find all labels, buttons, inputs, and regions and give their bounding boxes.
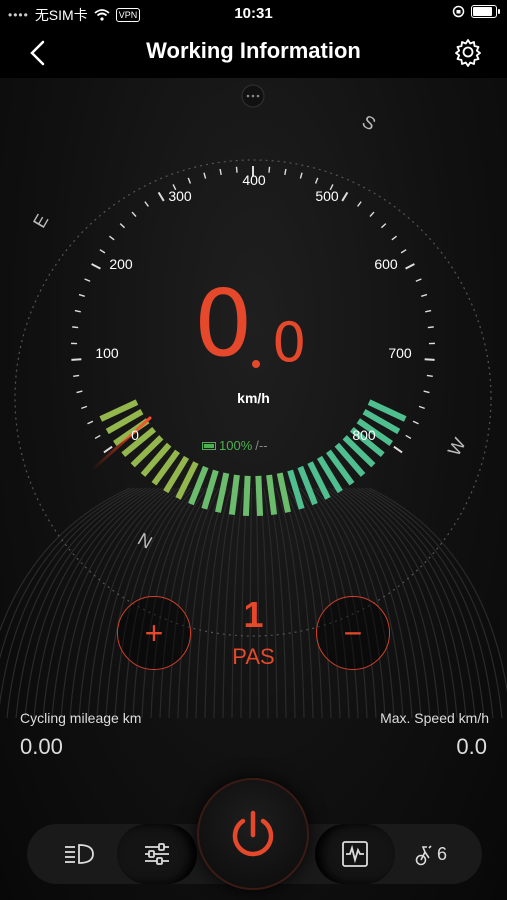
gauge-tick bbox=[73, 374, 80, 378]
battery-level-bar bbox=[228, 474, 240, 516]
gauge-tick bbox=[71, 358, 82, 361]
gauge-tick bbox=[84, 278, 91, 282]
orientation-lock-icon bbox=[452, 5, 465, 18]
battery-level-bar bbox=[266, 474, 278, 516]
gauge-tick bbox=[268, 166, 271, 173]
compass-w: W bbox=[444, 435, 470, 460]
tick-label-700: 700 bbox=[388, 345, 412, 361]
gauge-tick bbox=[74, 309, 81, 313]
battery-level-bar bbox=[242, 475, 251, 516]
tick-label-300: 300 bbox=[168, 188, 192, 204]
battery-level-bar bbox=[276, 472, 291, 513]
gauge-tick bbox=[357, 201, 362, 207]
gauge-tick bbox=[412, 420, 419, 425]
gauge-tick bbox=[427, 326, 434, 329]
sliders-icon bbox=[145, 843, 169, 865]
power-button[interactable] bbox=[197, 778, 309, 890]
tick-label-100: 100 bbox=[95, 345, 119, 361]
page-title: Working Information bbox=[146, 38, 361, 63]
gauge-tick bbox=[94, 434, 101, 440]
gauge-tick bbox=[72, 326, 79, 329]
gauge-tick bbox=[203, 172, 207, 179]
gauge-tick bbox=[235, 166, 238, 173]
gauge-tick bbox=[99, 249, 106, 254]
compass-e: E bbox=[29, 211, 52, 231]
gauge-tick bbox=[187, 177, 192, 184]
gauge-tick bbox=[391, 235, 398, 241]
gauge-tick bbox=[219, 168, 222, 176]
power-icon bbox=[232, 810, 274, 857]
speed-decimal-point bbox=[252, 360, 260, 368]
tick-label-500: 500 bbox=[315, 188, 339, 204]
gauge-tick bbox=[299, 172, 303, 179]
speed-value-integer: 0 bbox=[194, 270, 253, 377]
gauge-tick bbox=[421, 293, 428, 297]
battery-status: 100%/-- bbox=[202, 438, 268, 453]
mileage-value: 0.00 bbox=[20, 734, 63, 759]
adjust-settings-button[interactable] bbox=[117, 824, 197, 884]
gauge-tick bbox=[131, 211, 137, 217]
gear-icon[interactable] bbox=[453, 37, 483, 67]
status-time: 10:31 bbox=[234, 5, 273, 22]
gauge-tick bbox=[380, 223, 387, 229]
pas-label: PAS bbox=[232, 644, 275, 669]
gauge-tick bbox=[426, 374, 433, 378]
gauge-tick bbox=[108, 235, 115, 241]
gauge-tick bbox=[81, 405, 88, 410]
tick-label-800: 800 bbox=[352, 427, 376, 443]
data-chart-button[interactable] bbox=[315, 824, 395, 884]
gauge-tick bbox=[284, 168, 287, 176]
headlight-icon bbox=[65, 844, 94, 864]
tick-label-200: 200 bbox=[109, 256, 133, 272]
riding-mode-button[interactable]: 6 bbox=[401, 824, 461, 884]
headlight-button[interactable] bbox=[49, 824, 109, 884]
gauge-tick bbox=[144, 201, 149, 207]
gauge-tick bbox=[425, 309, 432, 313]
gauge-tick bbox=[400, 249, 407, 254]
battery-extra: /-- bbox=[255, 438, 268, 453]
nav-bar: Working Information bbox=[0, 28, 507, 78]
battery-level-bar bbox=[255, 475, 264, 516]
bicycle-icon bbox=[415, 845, 432, 866]
tick-label-0: 0 bbox=[131, 427, 139, 443]
gauge-tick bbox=[418, 405, 425, 410]
speed-gauge: S E W N 0 100 200 300 400 500 600 700 80… bbox=[0, 84, 507, 719]
battery-small-icon bbox=[202, 441, 216, 450]
gauge-tick bbox=[415, 278, 422, 282]
speed-unit: km/h bbox=[237, 390, 270, 406]
riding-mode-count: 6 bbox=[436, 843, 447, 864]
waveform-chart-icon bbox=[342, 841, 368, 867]
gauge-tick bbox=[91, 263, 101, 270]
status-right bbox=[452, 5, 500, 18]
gauge-tick bbox=[405, 263, 415, 270]
gauge-tick bbox=[341, 191, 349, 202]
dashboard: S E W N 0 100 200 300 400 500 600 700 80… bbox=[0, 78, 507, 900]
gauge-tick bbox=[405, 434, 412, 440]
gauge-tick bbox=[157, 191, 165, 202]
pas-level: 1 bbox=[243, 594, 264, 635]
gauge-tick bbox=[369, 211, 375, 217]
tick-label-600: 600 bbox=[374, 256, 398, 272]
tick-label-400: 400 bbox=[242, 172, 266, 188]
max-speed-label: Max. Speed km/h bbox=[380, 710, 489, 726]
gauge-tick bbox=[393, 445, 403, 454]
battery-fill bbox=[473, 7, 492, 16]
compass-s: S bbox=[359, 111, 379, 134]
battery-icon bbox=[471, 5, 500, 18]
speed-value-decimal: 0 bbox=[272, 311, 307, 374]
status-bar: •••• 无SIM卡 VPN 10:31 bbox=[0, 0, 507, 28]
gauge-tick bbox=[424, 358, 435, 361]
gauge-tick bbox=[314, 177, 319, 184]
gauge-tick bbox=[87, 420, 94, 425]
battery-percent: 100% bbox=[219, 438, 253, 453]
max-speed-value: 0.0 bbox=[456, 734, 487, 759]
mileage-label: Cycling mileage km bbox=[20, 710, 142, 726]
pas-decrease-button[interactable]: − bbox=[316, 596, 390, 670]
gauge-tick bbox=[119, 223, 126, 229]
gauge-tick bbox=[78, 293, 85, 297]
